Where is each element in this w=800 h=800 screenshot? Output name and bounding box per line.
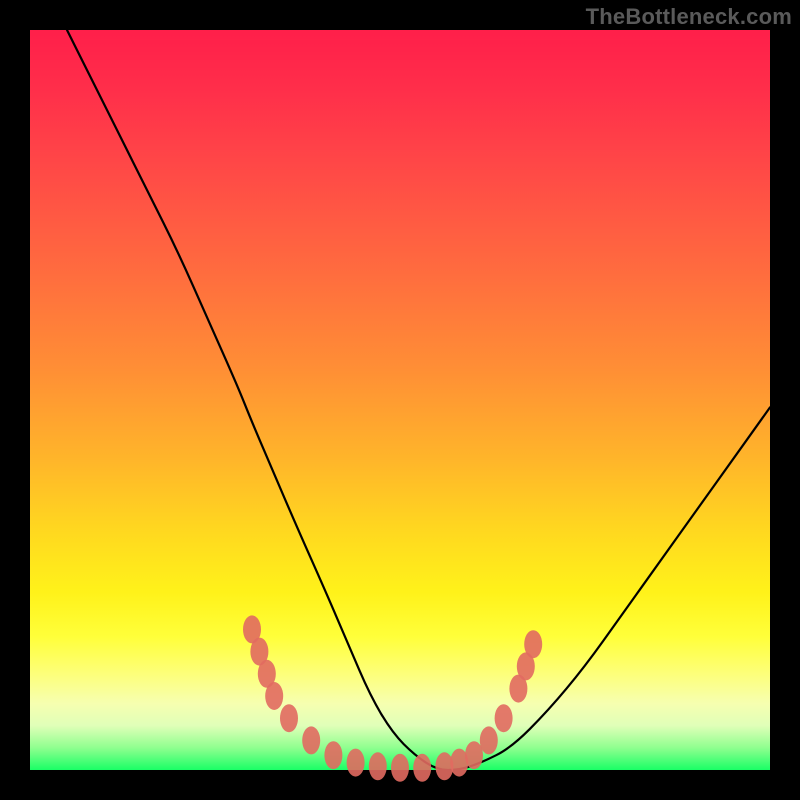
bottom-dot-cluster: [243, 615, 542, 781]
highlight-dot: [413, 754, 431, 782]
highlight-dot: [495, 704, 513, 732]
highlight-dot: [480, 726, 498, 754]
highlight-dot: [280, 704, 298, 732]
highlight-dot: [347, 749, 365, 777]
highlight-dot: [324, 741, 342, 769]
bottleneck-curve-path: [67, 30, 770, 770]
highlight-dot: [369, 752, 387, 780]
highlight-dot: [302, 726, 320, 754]
highlight-dot: [524, 630, 542, 658]
highlight-dot: [265, 682, 283, 710]
highlight-dot: [391, 754, 409, 782]
watermark-label: TheBottleneck.com: [586, 4, 792, 30]
chart-plot-area: [30, 30, 770, 770]
bottleneck-curve-svg: [30, 30, 770, 770]
highlight-dot: [465, 741, 483, 769]
outer-frame: TheBottleneck.com: [0, 0, 800, 800]
